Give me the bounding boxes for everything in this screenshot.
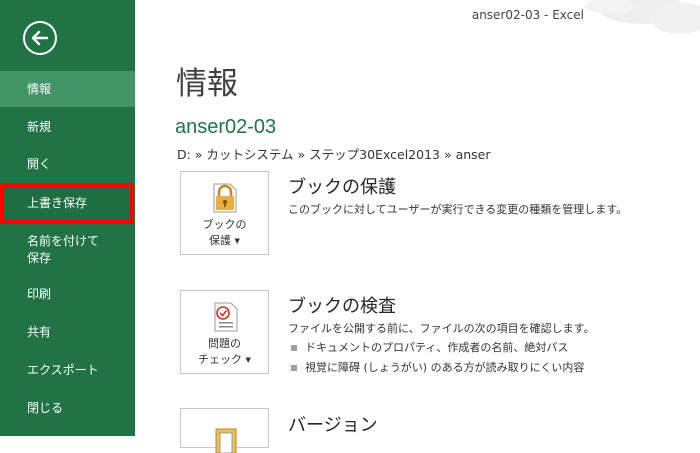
backstage-main: anser02-03 - Excel 情報 anser02-03 D: » カッ… <box>135 0 700 453</box>
back-button[interactable] <box>23 21 57 55</box>
sidebar-item-save[interactable]: 上書き保存 <box>0 183 134 224</box>
protect-workbook-description: このブックに対してユーザーが実行できる変更の種類を管理します。 <box>288 203 628 216</box>
backstage-sidebar: 情報 新規 開く 上書き保存 名前を付けて 保存 印刷 共有 エクスポート 閉じ… <box>0 0 135 436</box>
check-issues-label: 問題の チェック ▼ <box>198 337 251 366</box>
page-title: 情報 <box>176 66 238 102</box>
sidebar-item-info[interactable]: 情報 <box>0 71 135 107</box>
sidebar-item-new[interactable]: 新規 <box>0 109 135 145</box>
inspect-workbook-title: ブックの検査 <box>288 296 396 317</box>
sidebar-item-save-as[interactable]: 名前を付けて 保存 <box>0 233 135 267</box>
file-name: anser02-03 <box>175 116 277 138</box>
inspect-bullet-accessibility: 視覚に障碍 (しょうがい) のある方が読み取りにくい内容 <box>291 359 584 375</box>
back-arrow-icon <box>31 30 49 46</box>
inspect-bullet-properties: ドキュメントのプロパティ、作成者の名前、絶対パス <box>291 339 568 355</box>
sidebar-item-print[interactable]: 印刷 <box>0 276 135 312</box>
sidebar-item-export[interactable]: エクスポート <box>0 352 135 388</box>
check-issues-button[interactable]: 問題の チェック ▼ <box>180 290 269 374</box>
sidebar-item-open[interactable]: 開く <box>0 146 135 182</box>
window-title: anser02-03 - Excel <box>471 8 584 22</box>
sidebar-item-close[interactable]: 閉じる <box>0 390 135 426</box>
dropdown-caret-icon: ▼ <box>234 237 240 245</box>
protect-workbook-title: ブックの保護 <box>288 177 396 198</box>
lock-document-icon <box>213 183 237 213</box>
protect-workbook-button[interactable]: ブックの 保護 ▼ <box>180 171 269 255</box>
versions-title: バージョン <box>288 415 378 436</box>
title-bar: anser02-03 - Excel <box>135 0 700 34</box>
inspect-workbook-description: ファイルを公開する前に、ファイルの次の項目を確認します。 <box>288 322 595 335</box>
file-path: D: » カットシステム » ステップ30Excel2013 » anser <box>177 147 491 162</box>
sidebar-item-share[interactable]: 共有 <box>0 314 135 350</box>
versions-button[interactable] <box>180 408 269 453</box>
inspect-document-icon <box>214 302 238 332</box>
protect-workbook-label: ブックの 保護 ▼ <box>202 218 247 247</box>
versions-document-icon <box>215 428 237 453</box>
dropdown-caret-icon: ▼ <box>245 356 251 364</box>
